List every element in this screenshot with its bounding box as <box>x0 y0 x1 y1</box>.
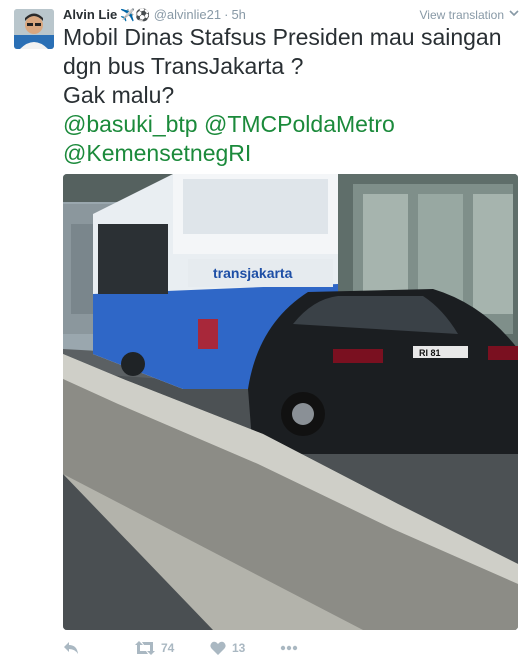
tweet-photo[interactable]: transjakarta RI 81 <box>63 174 518 630</box>
separator-dot: · <box>224 7 229 22</box>
tweet-text: Mobil Dinas Stafsus Presiden mau saingan… <box>63 23 518 168</box>
tweet-header: Alvin Lie ✈️⚽ @alvinlie21 · 5h <box>63 6 246 24</box>
view-translation-link[interactable]: View translation <box>420 6 505 24</box>
timestamp[interactable]: 5h <box>231 7 245 22</box>
like-button[interactable]: 13 <box>210 640 245 656</box>
chevron-down-icon[interactable] <box>509 8 519 18</box>
retweet-count: 74 <box>161 641 175 655</box>
car-plate: RI 81 <box>419 348 441 358</box>
author-badges: ✈️⚽ <box>120 8 151 22</box>
retweet-icon <box>135 641 155 655</box>
more-icon <box>280 645 298 651</box>
reply-button[interactable] <box>63 640 79 656</box>
like-icon <box>210 641 226 655</box>
mention-link[interactable]: @KemensetnegRI <box>63 140 251 166</box>
more-button[interactable] <box>280 640 298 656</box>
reply-icon <box>64 642 78 654</box>
author-name[interactable]: Alvin Lie <box>63 7 117 22</box>
tweet: Alvin Lie ✈️⚽ @alvinlie21 · 5h View transla… <box>0 0 528 669</box>
photo-scene: transjakarta RI 81 <box>63 174 518 630</box>
author-handle[interactable]: @alvinlie21 <box>154 7 221 22</box>
avatar[interactable] <box>14 9 54 49</box>
bus-brand: transjakarta <box>213 265 293 281</box>
like-count: 13 <box>232 641 246 655</box>
retweet-button[interactable]: 74 <box>135 640 174 656</box>
mention-link[interactable]: @basuki_btp <box>63 111 198 137</box>
tweet-line: Mobil Dinas Stafsus Presiden mau saingan <box>63 24 502 50</box>
mention-link[interactable]: @TMCPoldaMetro <box>204 111 395 137</box>
tweet-line: dgn bus TransJakarta ? <box>63 53 304 79</box>
tweet-actions: 74 13 <box>63 640 503 656</box>
tweet-line: Gak malu? <box>63 82 175 108</box>
